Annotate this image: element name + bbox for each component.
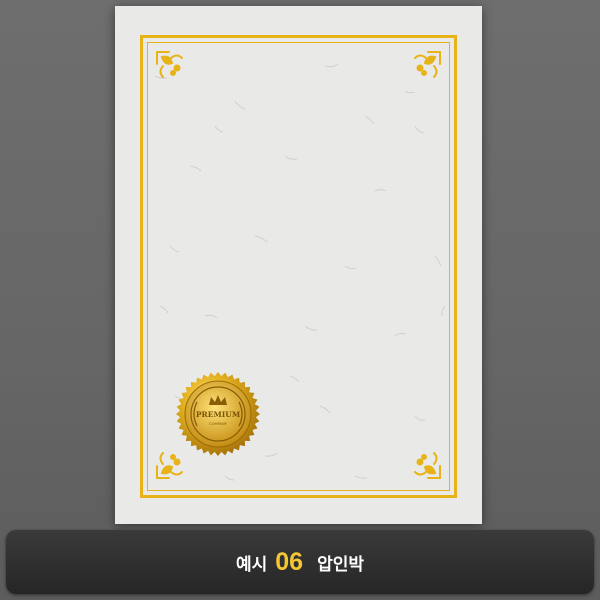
preview-stage: PREMIUM COMPANY 예시 06 압인박 (0, 0, 600, 600)
certificate-paper: PREMIUM COMPANY (115, 6, 482, 524)
seal-main-text: PREMIUM (196, 410, 240, 419)
caption-label: 압인박 (317, 554, 364, 575)
caption-number: 06 (275, 547, 304, 576)
caption-prefix: 예시 (235, 554, 268, 575)
seal-sub-text: COMPANY (209, 422, 228, 426)
corner-ornament-bottom-right (408, 446, 444, 482)
premium-gold-seal: PREMIUM COMPANY (175, 371, 261, 457)
corner-ornament-top-right (408, 48, 444, 84)
caption-bar: 예시 06 압인박 (6, 530, 594, 594)
corner-ornament-top-left (153, 48, 189, 84)
